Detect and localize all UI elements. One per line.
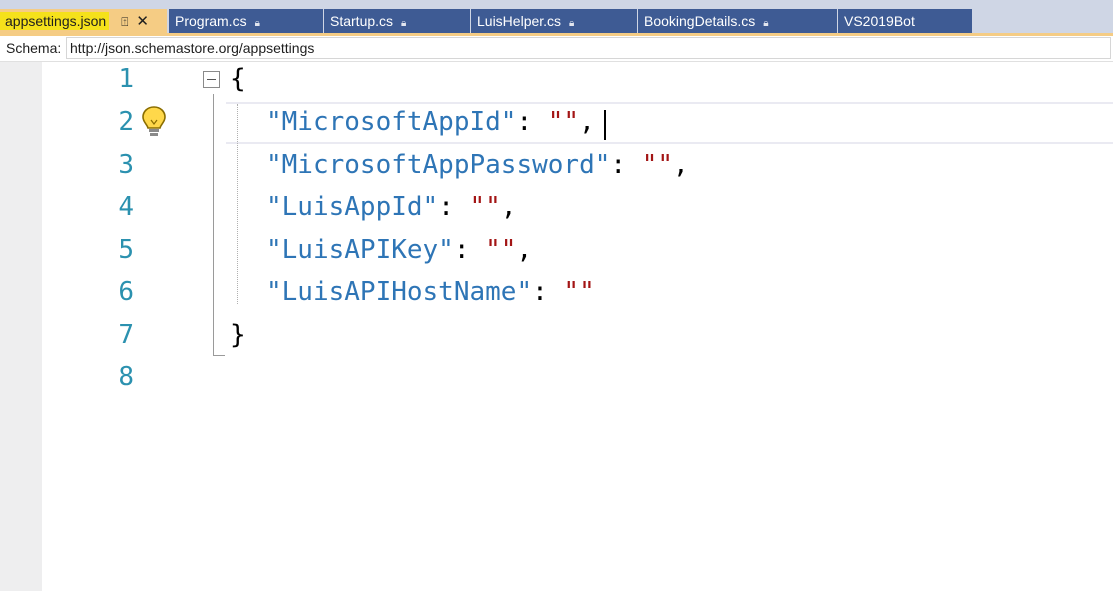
comma: , bbox=[673, 150, 689, 180]
tab-label: LuisHelper.cs bbox=[477, 13, 562, 29]
tab-label: Program.cs bbox=[175, 13, 247, 29]
fold-region-end bbox=[213, 355, 225, 356]
json-key: "LuisAPIHostName" bbox=[266, 277, 533, 307]
json-key: "MicrosoftAppPassword" bbox=[266, 150, 611, 180]
line-number: 4 bbox=[118, 192, 134, 222]
tab-program-cs[interactable]: Program.cs 🔒︎ bbox=[169, 9, 323, 33]
pin-icon[interactable]: ⍐ bbox=[121, 15, 128, 29]
tab-label: Startup.cs bbox=[330, 13, 394, 29]
line-number: 6 bbox=[118, 277, 134, 307]
tab-vs2019bot[interactable]: VS2019Bot bbox=[838, 9, 972, 33]
comma: , bbox=[500, 192, 517, 222]
json-value: "" bbox=[547, 107, 580, 137]
tab-bookingdetails-cs[interactable]: BookingDetails.cs 🔒︎ bbox=[638, 9, 837, 33]
close-brace: } bbox=[230, 320, 246, 350]
code-line-2: "MicrosoftAppId": "", bbox=[230, 107, 595, 137]
comma: , bbox=[516, 235, 533, 265]
comma: , bbox=[579, 107, 595, 137]
line-number: 7 bbox=[118, 320, 134, 350]
line-number: 2 bbox=[118, 107, 134, 137]
code-line-6: "LuisAPIHostName": "" bbox=[230, 277, 595, 307]
tab-label: VS2019Bot bbox=[844, 13, 915, 29]
lock-icon: 🔒︎ bbox=[401, 18, 407, 29]
lightbulb-icon[interactable] bbox=[140, 104, 168, 140]
colon: : bbox=[532, 277, 564, 307]
collapse-icon[interactable] bbox=[203, 71, 220, 88]
open-brace: { bbox=[230, 64, 246, 94]
schema-bar: Schema: http://json.schemastore.org/apps… bbox=[0, 36, 1113, 62]
colon: : bbox=[610, 150, 642, 180]
lock-icon: 🔒︎ bbox=[569, 18, 575, 29]
line-number: 5 bbox=[118, 235, 134, 265]
code-line-5: "LuisAPIKey": "", bbox=[230, 235, 532, 265]
code-line-3: "MicrosoftAppPassword": "", bbox=[230, 150, 689, 180]
text-caret bbox=[604, 110, 606, 140]
lock-icon: 🔒︎ bbox=[763, 18, 769, 29]
json-key: "LuisAppId" bbox=[266, 192, 439, 222]
editor-indicator-margin bbox=[0, 62, 42, 591]
lock-icon: 🔒︎ bbox=[254, 18, 260, 29]
tab-label: appsettings.json bbox=[0, 12, 110, 30]
json-value: "" bbox=[563, 277, 595, 307]
code-line-7: } bbox=[230, 320, 246, 350]
schema-input[interactable]: http://json.schemastore.org/appsettings bbox=[66, 37, 1111, 59]
line-number: 1 bbox=[118, 64, 134, 94]
line-number: 8 bbox=[118, 362, 134, 392]
json-value: "" bbox=[469, 192, 501, 222]
json-value: "" bbox=[641, 150, 673, 180]
close-icon[interactable]: ✕ bbox=[136, 13, 149, 30]
line-number: 3 bbox=[118, 150, 134, 180]
tab-label: BookingDetails.cs bbox=[644, 13, 756, 29]
tab-luishelper-cs[interactable]: LuisHelper.cs 🔒︎ bbox=[471, 9, 637, 33]
code-line-1: { bbox=[230, 64, 246, 94]
code-line-4: "LuisAppId": "", bbox=[230, 192, 516, 222]
schema-label: Schema: bbox=[6, 40, 62, 56]
tab-appsettings-json[interactable]: appsettings.json ⍐ ✕ bbox=[0, 9, 167, 33]
fold-region-line bbox=[213, 94, 214, 356]
colon: : bbox=[516, 107, 548, 137]
json-key: "LuisAPIKey" bbox=[266, 235, 454, 265]
json-value: "" bbox=[485, 235, 517, 265]
colon: : bbox=[438, 192, 470, 222]
tab-startup-cs[interactable]: Startup.cs 🔒︎ bbox=[324, 9, 470, 33]
document-tab-strip: appsettings.json ⍐ ✕ Program.cs 🔒︎ Startup.… bbox=[0, 0, 1113, 34]
colon: : bbox=[453, 235, 486, 265]
json-key: "MicrosoftAppId" bbox=[266, 107, 517, 137]
